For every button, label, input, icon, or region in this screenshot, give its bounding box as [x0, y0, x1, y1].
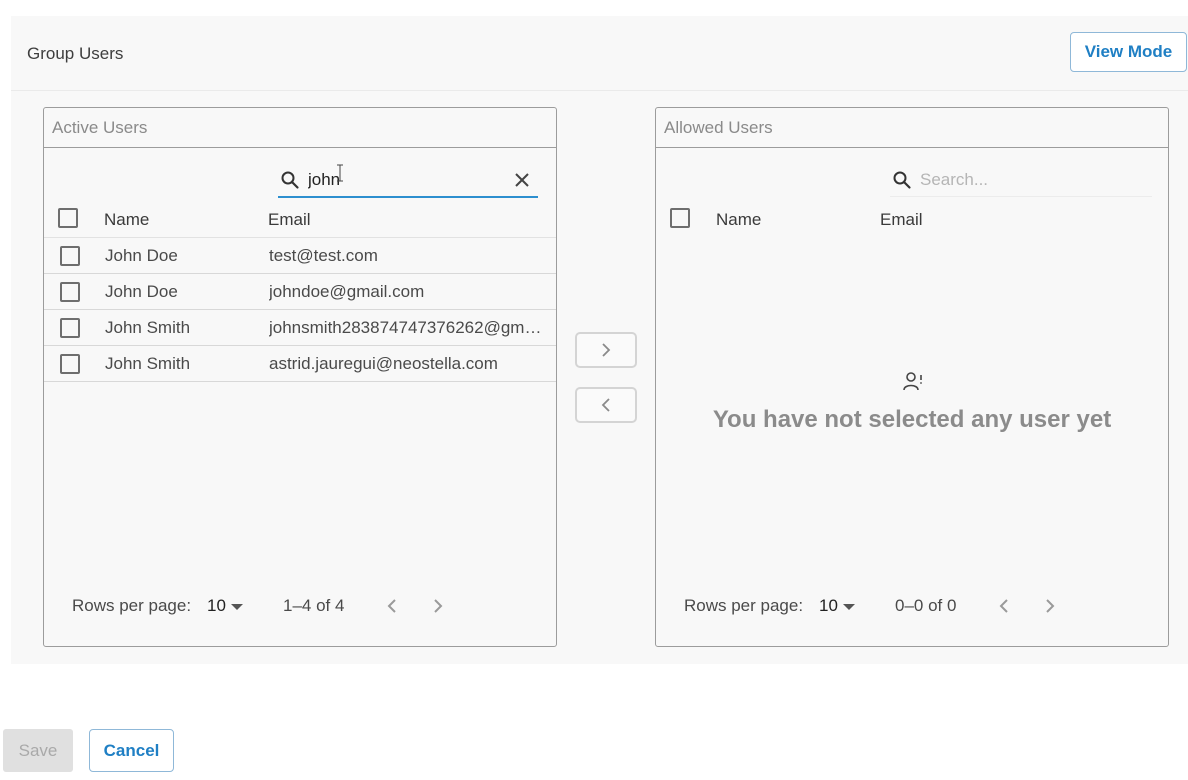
chevron-right-icon[interactable]	[430, 596, 446, 616]
row-checkbox[interactable]	[60, 246, 80, 266]
row-name: John Doe	[105, 282, 178, 301]
active-users-panel: Active Users Name Email John	[43, 107, 557, 647]
column-header-email: Email	[268, 210, 311, 229]
row-email: test@test.com	[269, 246, 378, 265]
chevron-left-icon	[601, 398, 610, 412]
active-users-pagination: Rows per page: 10 1–4 of 4	[44, 588, 556, 624]
allowed-users-pagination: Rows per page: 10 0–0 of 0	[656, 588, 1168, 624]
table-row[interactable]: John Smith johnsmith283874747376262@gm…	[44, 310, 556, 346]
rows-per-page-select[interactable]: 10	[207, 596, 226, 616]
row-checkbox[interactable]	[60, 354, 80, 374]
row-name: John Doe	[105, 246, 178, 265]
caret-down-icon[interactable]	[843, 604, 855, 610]
row-email: johnsmith283874747376262@gm…	[269, 318, 542, 337]
allowed-users-table-header: Name Email	[656, 202, 1168, 238]
row-name: John Smith	[105, 318, 191, 337]
active-users-table-header: Name Email	[44, 202, 556, 238]
card-header: Group Users View Mode	[11, 16, 1188, 91]
chevron-right-icon[interactable]	[1042, 596, 1058, 616]
row-email: johndoe@gmail.com	[269, 282, 425, 301]
text-cursor-icon	[337, 164, 343, 182]
allowed-users-panel: Allowed Users Name Email You have not se…	[655, 107, 1169, 647]
table-row[interactable]: John Doe johndoe@gmail.com	[44, 274, 556, 310]
column-header-name: Name	[716, 210, 762, 229]
select-all-checkbox[interactable]	[670, 208, 690, 228]
table-row[interactable]: John Doe test@test.com	[44, 238, 556, 274]
caret-down-icon[interactable]	[231, 604, 243, 610]
pagination-range: 0–0 of 0	[895, 596, 957, 615]
rows-per-page-label: Rows per page:	[684, 596, 804, 615]
user-empty-icon	[903, 372, 922, 391]
active-users-title: Active Users	[44, 108, 556, 148]
move-right-button[interactable]	[575, 332, 637, 368]
active-users-search[interactable]	[278, 164, 538, 198]
chevron-left-icon[interactable]	[996, 596, 1012, 616]
search-icon	[281, 171, 299, 189]
clear-search-icon[interactable]	[512, 170, 532, 190]
chevron-left-icon[interactable]	[384, 596, 400, 616]
empty-state-message: You have not selected any user yet	[712, 406, 1112, 433]
row-checkbox[interactable]	[60, 318, 80, 338]
rows-per-page-label: Rows per page:	[72, 596, 192, 615]
allowed-users-title: Allowed Users	[656, 108, 1168, 148]
allowed-users-search-input[interactable]	[918, 166, 1122, 194]
move-left-button[interactable]	[575, 387, 637, 423]
row-checkbox[interactable]	[60, 282, 80, 302]
page-title: Group Users	[27, 44, 124, 63]
table-row[interactable]: John Smith astrid.jauregui@neostella.com	[44, 346, 556, 382]
cancel-button[interactable]: Cancel	[89, 729, 174, 772]
column-header-name: Name	[104, 210, 150, 229]
row-email: astrid.jauregui@neostella.com	[269, 354, 498, 373]
search-icon	[893, 171, 911, 189]
rows-per-page-select[interactable]: 10	[819, 596, 838, 616]
row-name: John Smith	[105, 354, 191, 373]
pagination-range: 1–4 of 4	[283, 596, 345, 615]
select-all-checkbox[interactable]	[58, 208, 78, 228]
group-users-card: Group Users View Mode Active Users Name	[11, 16, 1188, 664]
view-mode-button[interactable]: View Mode	[1070, 32, 1187, 72]
save-button[interactable]: Save	[3, 729, 73, 772]
column-header-email: Email	[880, 210, 923, 229]
allowed-users-search[interactable]	[890, 164, 1152, 197]
chevron-right-icon	[602, 343, 611, 357]
